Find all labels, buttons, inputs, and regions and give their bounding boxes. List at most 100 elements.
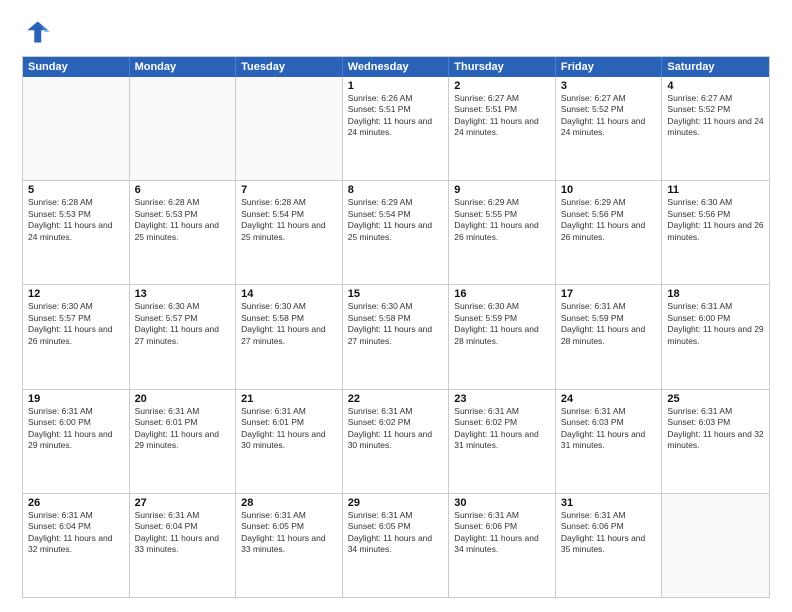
day-info: Sunrise: 6:31 AMSunset: 6:01 PMDaylight:… xyxy=(241,406,337,452)
day-info: Sunrise: 6:30 AMSunset: 5:57 PMDaylight:… xyxy=(28,301,124,347)
header-day-saturday: Saturday xyxy=(662,57,769,77)
day-info: Sunrise: 6:31 AMSunset: 6:00 PMDaylight:… xyxy=(28,406,124,452)
day-info: Sunrise: 6:28 AMSunset: 5:53 PMDaylight:… xyxy=(28,197,124,243)
page: SundayMondayTuesdayWednesdayThursdayFrid… xyxy=(0,0,792,612)
calendar-cell: 14Sunrise: 6:30 AMSunset: 5:58 PMDayligh… xyxy=(236,285,343,388)
calendar-cell: 18Sunrise: 6:31 AMSunset: 6:00 PMDayligh… xyxy=(662,285,769,388)
calendar-cell: 4Sunrise: 6:27 AMSunset: 5:52 PMDaylight… xyxy=(662,77,769,180)
day-info: Sunrise: 6:30 AMSunset: 5:58 PMDaylight:… xyxy=(241,301,337,347)
calendar-cell: 1Sunrise: 6:26 AMSunset: 5:51 PMDaylight… xyxy=(343,77,450,180)
calendar-header: SundayMondayTuesdayWednesdayThursdayFrid… xyxy=(23,57,769,77)
calendar-cell: 23Sunrise: 6:31 AMSunset: 6:02 PMDayligh… xyxy=(449,390,556,493)
day-info: Sunrise: 6:27 AMSunset: 5:51 PMDaylight:… xyxy=(454,93,550,139)
calendar-cell: 11Sunrise: 6:30 AMSunset: 5:56 PMDayligh… xyxy=(662,181,769,284)
day-number: 1 xyxy=(348,80,444,92)
day-info: Sunrise: 6:27 AMSunset: 5:52 PMDaylight:… xyxy=(667,93,764,139)
calendar-body: 1Sunrise: 6:26 AMSunset: 5:51 PMDaylight… xyxy=(23,77,769,597)
day-number: 11 xyxy=(667,184,764,196)
day-info: Sunrise: 6:30 AMSunset: 5:56 PMDaylight:… xyxy=(667,197,764,243)
calendar-cell: 12Sunrise: 6:30 AMSunset: 5:57 PMDayligh… xyxy=(23,285,130,388)
calendar-cell: 19Sunrise: 6:31 AMSunset: 6:00 PMDayligh… xyxy=(23,390,130,493)
day-number: 6 xyxy=(135,184,231,196)
day-number: 23 xyxy=(454,393,550,405)
day-number: 15 xyxy=(348,288,444,300)
calendar-cell: 30Sunrise: 6:31 AMSunset: 6:06 PMDayligh… xyxy=(449,494,556,597)
day-number: 26 xyxy=(28,497,124,509)
calendar-cell: 25Sunrise: 6:31 AMSunset: 6:03 PMDayligh… xyxy=(662,390,769,493)
day-number: 2 xyxy=(454,80,550,92)
day-info: Sunrise: 6:31 AMSunset: 6:02 PMDaylight:… xyxy=(348,406,444,452)
day-info: Sunrise: 6:31 AMSunset: 6:02 PMDaylight:… xyxy=(454,406,550,452)
day-info: Sunrise: 6:29 AMSunset: 5:56 PMDaylight:… xyxy=(561,197,657,243)
logo-icon xyxy=(22,18,50,46)
calendar-week-2: 12Sunrise: 6:30 AMSunset: 5:57 PMDayligh… xyxy=(23,285,769,389)
day-info: Sunrise: 6:29 AMSunset: 5:54 PMDaylight:… xyxy=(348,197,444,243)
calendar-cell: 21Sunrise: 6:31 AMSunset: 6:01 PMDayligh… xyxy=(236,390,343,493)
calendar-cell: 9Sunrise: 6:29 AMSunset: 5:55 PMDaylight… xyxy=(449,181,556,284)
day-number: 13 xyxy=(135,288,231,300)
calendar-week-3: 19Sunrise: 6:31 AMSunset: 6:00 PMDayligh… xyxy=(23,390,769,494)
day-info: Sunrise: 6:26 AMSunset: 5:51 PMDaylight:… xyxy=(348,93,444,139)
day-info: Sunrise: 6:31 AMSunset: 5:59 PMDaylight:… xyxy=(561,301,657,347)
calendar-cell: 8Sunrise: 6:29 AMSunset: 5:54 PMDaylight… xyxy=(343,181,450,284)
day-info: Sunrise: 6:28 AMSunset: 5:54 PMDaylight:… xyxy=(241,197,337,243)
header-day-sunday: Sunday xyxy=(23,57,130,77)
day-number: 4 xyxy=(667,80,764,92)
calendar: SundayMondayTuesdayWednesdayThursdayFrid… xyxy=(22,56,770,598)
calendar-week-0: 1Sunrise: 6:26 AMSunset: 5:51 PMDaylight… xyxy=(23,77,769,181)
day-info: Sunrise: 6:31 AMSunset: 6:05 PMDaylight:… xyxy=(348,510,444,556)
calendar-cell: 7Sunrise: 6:28 AMSunset: 5:54 PMDaylight… xyxy=(236,181,343,284)
day-info: Sunrise: 6:28 AMSunset: 5:53 PMDaylight:… xyxy=(135,197,231,243)
calendar-cell: 27Sunrise: 6:31 AMSunset: 6:04 PMDayligh… xyxy=(130,494,237,597)
calendar-cell: 29Sunrise: 6:31 AMSunset: 6:05 PMDayligh… xyxy=(343,494,450,597)
day-info: Sunrise: 6:31 AMSunset: 6:06 PMDaylight:… xyxy=(561,510,657,556)
day-number: 16 xyxy=(454,288,550,300)
calendar-cell: 3Sunrise: 6:27 AMSunset: 5:52 PMDaylight… xyxy=(556,77,663,180)
day-number: 9 xyxy=(454,184,550,196)
calendar-cell: 26Sunrise: 6:31 AMSunset: 6:04 PMDayligh… xyxy=(23,494,130,597)
day-number: 31 xyxy=(561,497,657,509)
calendar-cell: 22Sunrise: 6:31 AMSunset: 6:02 PMDayligh… xyxy=(343,390,450,493)
day-number: 8 xyxy=(348,184,444,196)
day-info: Sunrise: 6:30 AMSunset: 5:58 PMDaylight:… xyxy=(348,301,444,347)
calendar-cell: 15Sunrise: 6:30 AMSunset: 5:58 PMDayligh… xyxy=(343,285,450,388)
header xyxy=(22,18,770,46)
day-number: 25 xyxy=(667,393,764,405)
day-number: 7 xyxy=(241,184,337,196)
header-day-tuesday: Tuesday xyxy=(236,57,343,77)
day-number: 14 xyxy=(241,288,337,300)
header-day-friday: Friday xyxy=(556,57,663,77)
day-info: Sunrise: 6:30 AMSunset: 5:59 PMDaylight:… xyxy=(454,301,550,347)
day-number: 20 xyxy=(135,393,231,405)
calendar-cell: 2Sunrise: 6:27 AMSunset: 5:51 PMDaylight… xyxy=(449,77,556,180)
day-info: Sunrise: 6:31 AMSunset: 6:05 PMDaylight:… xyxy=(241,510,337,556)
day-info: Sunrise: 6:31 AMSunset: 6:01 PMDaylight:… xyxy=(135,406,231,452)
day-info: Sunrise: 6:30 AMSunset: 5:57 PMDaylight:… xyxy=(135,301,231,347)
day-info: Sunrise: 6:29 AMSunset: 5:55 PMDaylight:… xyxy=(454,197,550,243)
day-number: 12 xyxy=(28,288,124,300)
calendar-cell xyxy=(236,77,343,180)
header-day-thursday: Thursday xyxy=(449,57,556,77)
day-info: Sunrise: 6:31 AMSunset: 6:06 PMDaylight:… xyxy=(454,510,550,556)
calendar-cell xyxy=(130,77,237,180)
day-info: Sunrise: 6:31 AMSunset: 6:00 PMDaylight:… xyxy=(667,301,764,347)
day-number: 24 xyxy=(561,393,657,405)
day-number: 27 xyxy=(135,497,231,509)
calendar-cell xyxy=(23,77,130,180)
calendar-cell: 13Sunrise: 6:30 AMSunset: 5:57 PMDayligh… xyxy=(130,285,237,388)
calendar-cell: 24Sunrise: 6:31 AMSunset: 6:03 PMDayligh… xyxy=(556,390,663,493)
calendar-cell: 16Sunrise: 6:30 AMSunset: 5:59 PMDayligh… xyxy=(449,285,556,388)
calendar-cell: 5Sunrise: 6:28 AMSunset: 5:53 PMDaylight… xyxy=(23,181,130,284)
header-day-wednesday: Wednesday xyxy=(343,57,450,77)
logo xyxy=(22,18,54,46)
day-number: 30 xyxy=(454,497,550,509)
day-number: 5 xyxy=(28,184,124,196)
day-number: 21 xyxy=(241,393,337,405)
day-number: 29 xyxy=(348,497,444,509)
calendar-week-1: 5Sunrise: 6:28 AMSunset: 5:53 PMDaylight… xyxy=(23,181,769,285)
day-number: 22 xyxy=(348,393,444,405)
day-info: Sunrise: 6:31 AMSunset: 6:03 PMDaylight:… xyxy=(667,406,764,452)
header-day-monday: Monday xyxy=(130,57,237,77)
day-info: Sunrise: 6:27 AMSunset: 5:52 PMDaylight:… xyxy=(561,93,657,139)
day-info: Sunrise: 6:31 AMSunset: 6:04 PMDaylight:… xyxy=(28,510,124,556)
